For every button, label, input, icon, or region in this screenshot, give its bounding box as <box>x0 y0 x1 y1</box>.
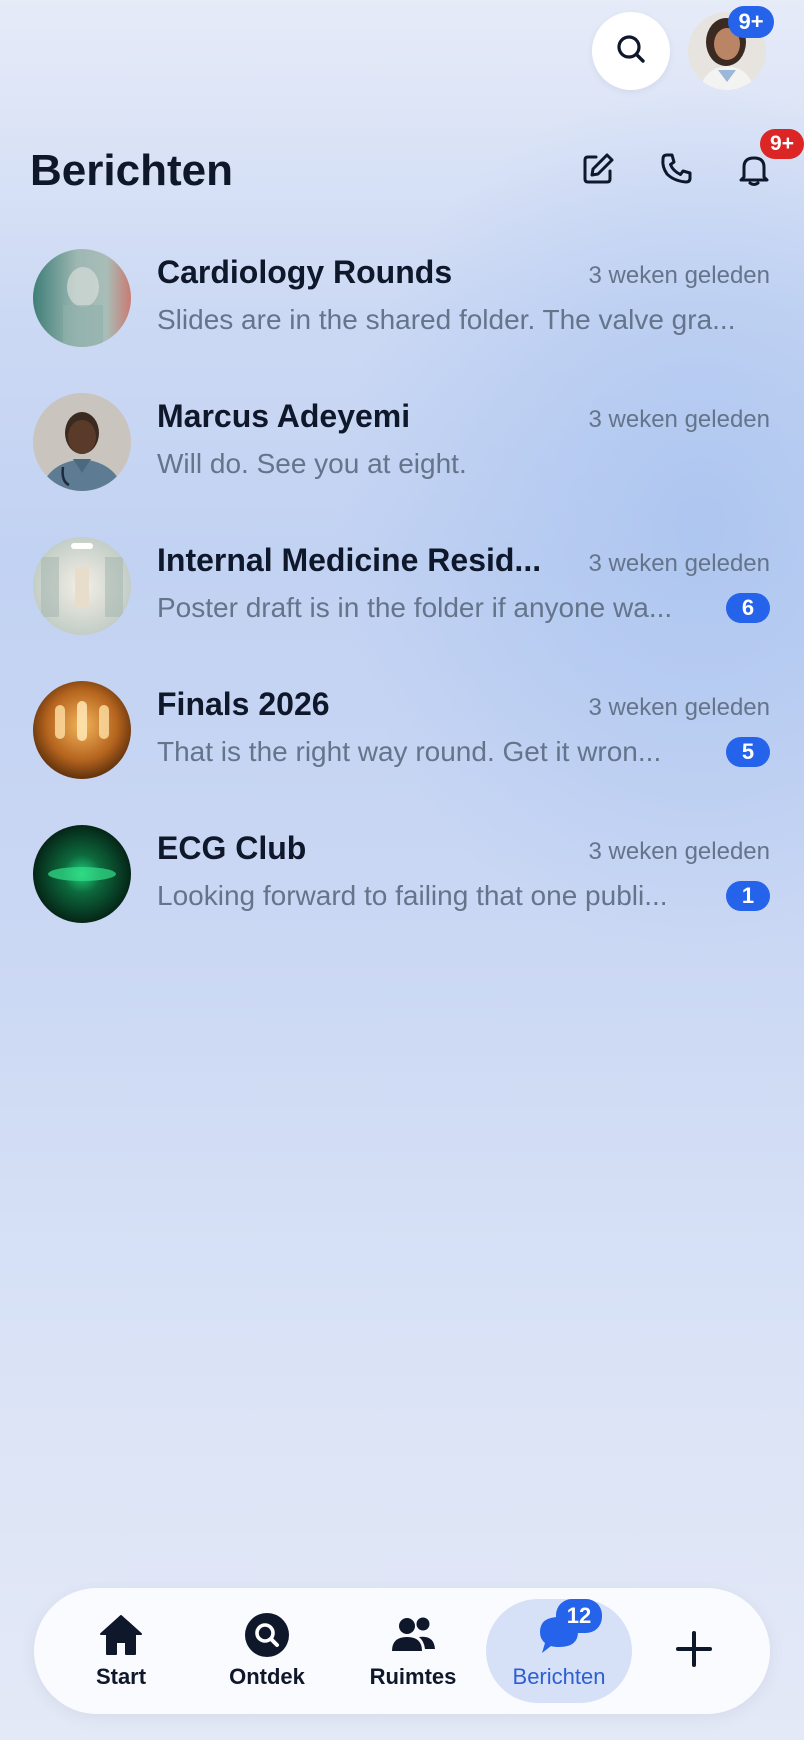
nav-item-ruimtes[interactable]: Ruimtes <box>340 1599 486 1703</box>
bottom-nav: Start Ontdek Ruimtes Berichten 12 <box>34 1588 770 1714</box>
phone-icon <box>658 151 694 192</box>
header-actions: 9+ <box>578 129 804 191</box>
chat-row[interactable]: Finals 2026 3 weken geleden That is the … <box>0 658 804 802</box>
profile-badge: 9+ <box>728 6 774 38</box>
notification-badge: 9+ <box>760 129 804 159</box>
nav-label: Ruimtes <box>369 1664 457 1689</box>
page-title: Berichten <box>30 146 233 195</box>
header: Berichten 9+ <box>30 129 804 204</box>
nav-label: Berichten <box>512 1664 606 1689</box>
chat-avatar <box>33 249 131 347</box>
top-actions: 9+ <box>592 6 774 90</box>
chat-time: 3 weken geleden <box>588 550 770 577</box>
chat-avatar <box>33 825 131 923</box>
nav-item-berichten[interactable]: Berichten 12 <box>486 1599 632 1703</box>
chat-avatar <box>33 393 131 491</box>
chat-body: Finals 2026 3 weken geleden That is the … <box>157 686 770 774</box>
chat-preview: Looking forward to failing that one publ… <box>157 880 668 911</box>
compose-button[interactable] <box>578 151 618 191</box>
call-button[interactable] <box>656 151 696 191</box>
unread-badge: 5 <box>726 737 770 767</box>
compose-icon <box>580 151 616 192</box>
nav-item-start[interactable]: Start <box>48 1599 194 1703</box>
search-button[interactable] <box>592 12 670 90</box>
chat-row[interactable]: Cardiology Rounds 3 weken geleden Slides… <box>0 226 804 370</box>
home-icon <box>99 1612 143 1658</box>
chat-preview: Slides are in the shared folder. The val… <box>157 304 736 335</box>
chat-preview: Poster draft is in the folder if anyone … <box>157 592 673 623</box>
chat-avatar <box>33 537 131 635</box>
chat-row[interactable]: Marcus Adeyemi 3 weken geleden Will do. … <box>0 370 804 514</box>
chat-body: Cardiology Rounds 3 weken geleden Slides… <box>157 254 770 342</box>
chat-name: Cardiology Rounds <box>157 254 453 290</box>
chat-name: ECG Club <box>157 830 307 866</box>
chat-body: Marcus Adeyemi 3 weken geleden Will do. … <box>157 398 770 486</box>
chat-preview: Will do. See you at eight. <box>157 448 467 479</box>
chat-name: Finals 2026 <box>157 686 330 722</box>
chat-body: Internal Medicine Resid... 3 weken geled… <box>157 542 770 630</box>
add-button[interactable] <box>634 1599 754 1703</box>
nav-label: Start <box>95 1664 147 1689</box>
people-icon <box>389 1612 437 1658</box>
search-icon <box>615 33 647 70</box>
chat-time: 3 weken geleden <box>588 406 770 433</box>
chat-time: 3 weken geleden <box>588 838 770 865</box>
unread-badge: 6 <box>726 593 770 623</box>
nav-badge: 12 <box>556 1599 602 1633</box>
profile-avatar-button[interactable]: 9+ <box>688 6 774 90</box>
chat-row[interactable]: ECG Club 3 weken geleden Looking forward… <box>0 802 804 946</box>
chat-name: Internal Medicine Resid... <box>157 542 542 578</box>
unread-badge: 1 <box>726 881 770 911</box>
chat-avatar <box>33 681 131 779</box>
chat-name: Marcus Adeyemi <box>157 398 411 434</box>
chat-time: 3 weken geleden <box>588 262 770 289</box>
chat-body: ECG Club 3 weken geleden Looking forward… <box>157 830 770 918</box>
nav-item-ontdek[interactable]: Ontdek <box>194 1599 340 1703</box>
chat-preview: That is the right way round. Get it wron… <box>157 736 662 767</box>
discover-icon <box>244 1612 290 1658</box>
notifications-button[interactable]: 9+ <box>734 129 804 191</box>
chat-row[interactable]: Internal Medicine Resid... 3 weken geled… <box>0 514 804 658</box>
chat-time: 3 weken geleden <box>588 694 770 721</box>
plus-icon <box>674 1629 714 1674</box>
nav-label: Ontdek <box>229 1664 305 1689</box>
chat-list: Cardiology Rounds 3 weken geleden Slides… <box>0 226 804 946</box>
